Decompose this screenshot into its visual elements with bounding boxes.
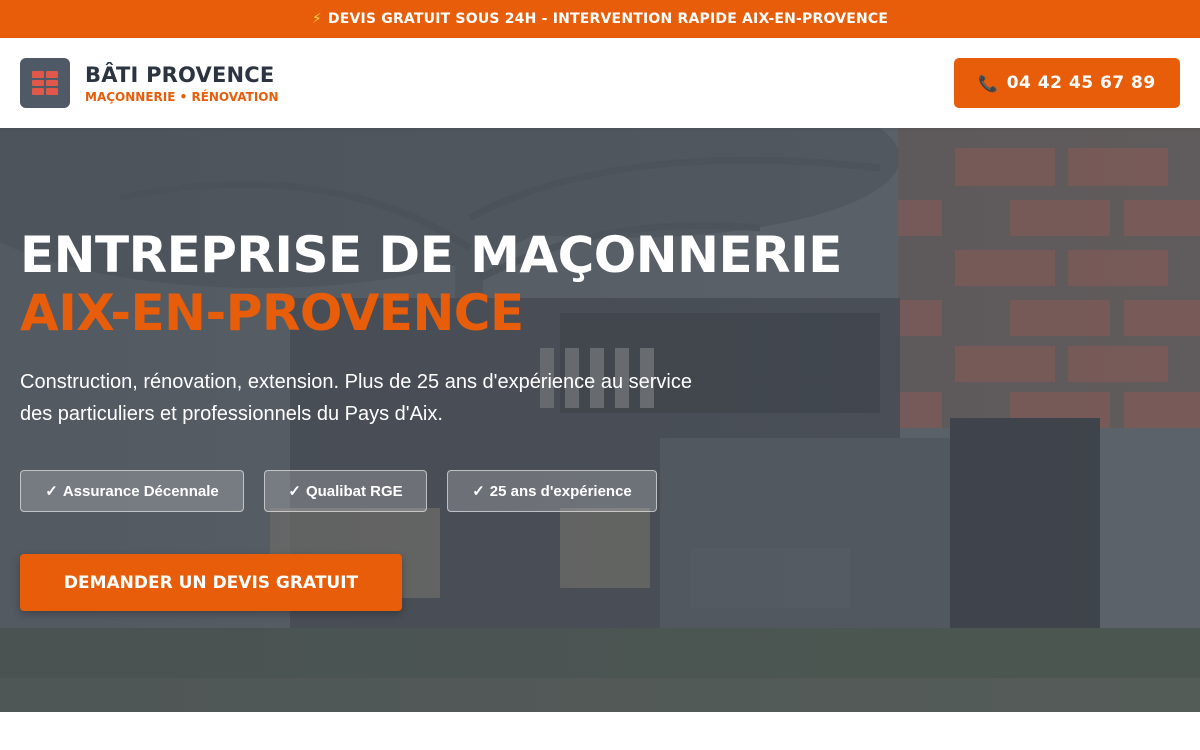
hero-section: ENTREPRISE DE MAÇONNERIE AIX-EN-PROVENCE… <box>0 128 1200 712</box>
logo[interactable] <box>20 58 70 108</box>
brand-tagline: MAÇONNERIE • RÉNOVATION <box>85 90 279 104</box>
hero-title: ENTREPRISE DE MAÇONNERIE AIX-EN-PROVENCE <box>20 226 842 342</box>
brick-icon <box>32 71 58 95</box>
hero-description: Construction, rénovation, extension. Plu… <box>20 371 692 425</box>
hero-title-line2: AIX-EN-PROVENCE <box>20 284 524 342</box>
brand[interactable]: BÂTI PROVENCE MAÇONNERIE • RÉNOVATION <box>85 62 279 104</box>
phone-icon: 📞 <box>978 73 999 93</box>
site-header: BÂTI PROVENCE MAÇONNERIE • RÉNOVATION 📞 … <box>0 38 1200 128</box>
phone-button[interactable]: 📞 04 42 45 67 89 <box>954 58 1180 108</box>
phone-number: 04 42 45 67 89 <box>1006 73 1156 93</box>
announcement-bar: ⚡ DEVIS GRATUIT SOUS 24H - INTERVENTION … <box>0 0 1200 38</box>
lightning-icon: ⚡ <box>311 11 322 27</box>
badge-label: Qualibat RGE <box>305 482 403 500</box>
check-icon: ✓ <box>472 483 485 500</box>
badge-qualibat-rge: ✓ Qualibat RGE <box>264 470 427 512</box>
badge-label: Assurance Décennale <box>62 482 219 500</box>
badge-assurance-decennale: ✓ Assurance Décennale <box>20 470 244 512</box>
badge-25-ans-experience: ✓ 25 ans d'expérience <box>447 470 657 512</box>
badge-label: 25 ans d'expérience <box>489 482 632 500</box>
announcement-text: DEVIS GRATUIT SOUS 24H - INTERVENTION RA… <box>327 11 889 27</box>
brand-name: BÂTI PROVENCE <box>85 63 275 87</box>
check-icon: ✓ <box>288 483 301 500</box>
hero-title-line1: ENTREPRISE DE MAÇONNERIE <box>20 226 842 284</box>
request-quote-button[interactable]: DEMANDER UN DEVIS GRATUIT <box>20 554 402 611</box>
check-icon: ✓ <box>45 483 58 500</box>
